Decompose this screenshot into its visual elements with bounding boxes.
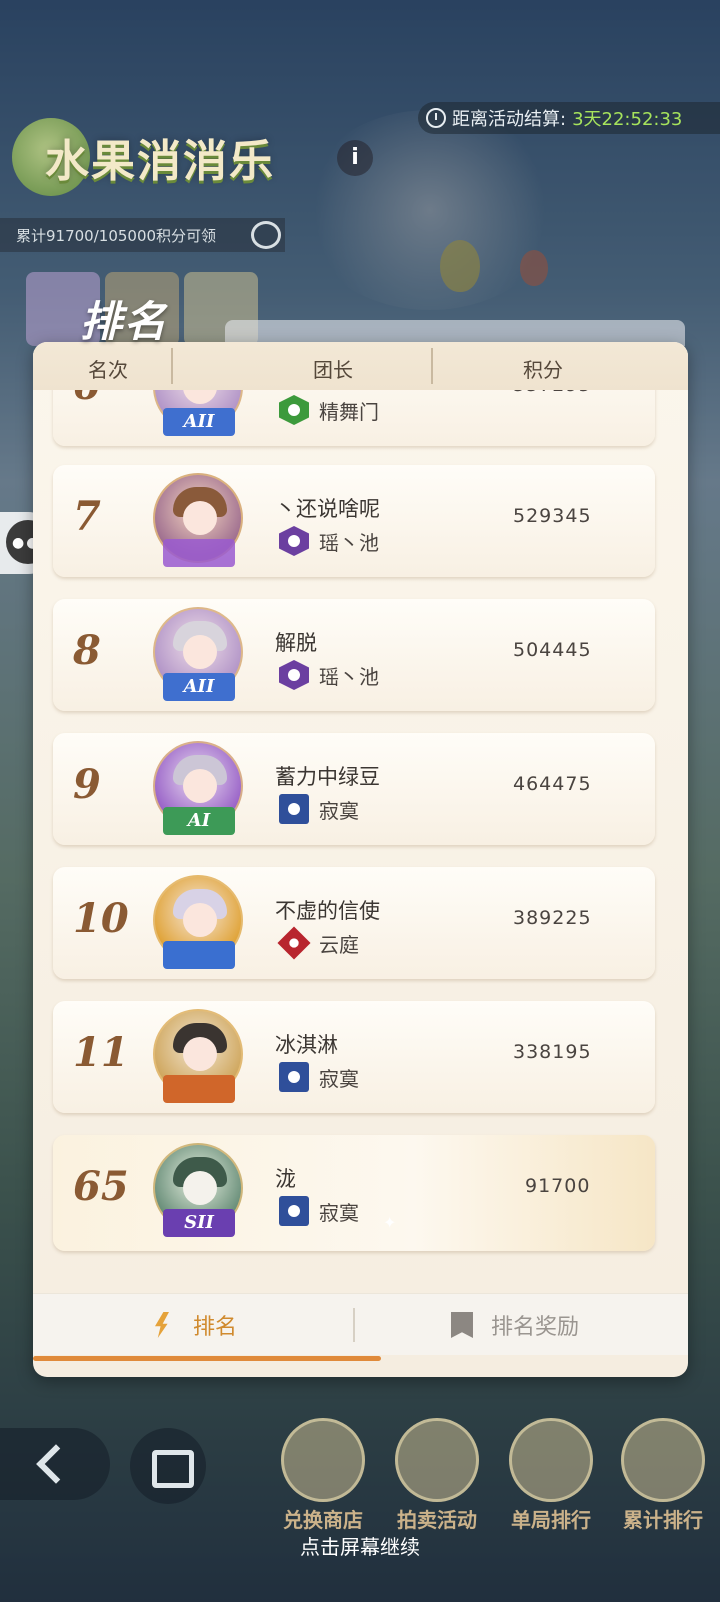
guild-info: 寂寞 — [279, 1195, 359, 1227]
tap-to-continue-hint[interactable]: 点击屏幕继续 — [0, 1531, 720, 1560]
panel-tab-bar: 排名 排名奖励 — [33, 1293, 688, 1361]
gavel-icon — [395, 1418, 479, 1502]
countdown-label: 距离活动结算: — [452, 109, 567, 130]
tab-ranking[interactable]: 排名 — [33, 1294, 353, 1356]
guild-emblem-icon — [279, 526, 309, 556]
home-button[interactable] — [130, 1428, 206, 1504]
guild-emblem-icon — [279, 1196, 309, 1226]
score-value: 389225 — [513, 907, 592, 929]
bottom-nav: 兑换商店 拍卖活动 单局排行 累计排行 — [0, 1418, 720, 1548]
player-name: 冰淇淋 — [275, 1033, 338, 1057]
tab-rewards-label: 排名奖励 — [490, 1315, 579, 1340]
nav-item-label: 累计排行 — [623, 1508, 703, 1532]
guild-emblem-icon — [279, 794, 309, 824]
guild-emblem-icon — [279, 395, 309, 425]
rank-tier-badge: SII — [163, 1209, 235, 1237]
nav-item-label: 拍卖活动 — [397, 1508, 477, 1532]
title-badge — [163, 1075, 235, 1103]
tab-rewards[interactable]: 排名奖励 — [355, 1294, 675, 1356]
tab-ranking-label: 排名 — [192, 1315, 237, 1340]
guild-info: 云庭 — [277, 926, 359, 960]
game-title: 水果消消乐 — [45, 136, 275, 187]
rank-number: 7 — [73, 493, 101, 540]
guild-name: 云庭 — [319, 932, 359, 957]
ranking-row[interactable]: 7 丶还说啥呢 瑶丶池 529345 — [53, 465, 655, 577]
guild-name: 寂寞 — [319, 798, 359, 823]
guild-info: 精舞门 — [279, 394, 379, 426]
score-value: 338195 — [513, 1041, 592, 1063]
player-name: 蓄力中绿豆 — [275, 765, 380, 789]
trophy-icon — [621, 1418, 705, 1502]
column-header-rank: 名次 — [88, 358, 128, 382]
guild-emblem-icon — [277, 926, 311, 960]
trophy-icon — [509, 1418, 593, 1502]
guild-name: 瑶丶池 — [319, 530, 379, 555]
player-name: 丶还说啥呢 — [275, 497, 380, 521]
rank-number: 10 — [73, 895, 129, 942]
nav-exchange-shop[interactable]: 兑换商店 — [268, 1418, 378, 1533]
player-name: 不虚的信使 — [275, 899, 380, 923]
sparkle-icon: ✦ — [383, 1213, 397, 1232]
nav-single-ranking[interactable]: 单局排行 — [496, 1418, 606, 1533]
rank-number: 8 — [73, 627, 101, 674]
column-divider — [431, 348, 433, 384]
back-button[interactable] — [0, 1428, 110, 1500]
player-name: 泷 — [275, 1167, 296, 1191]
ranking-list[interactable]: 6 AII 精舞门 557295 7 丶还说啥呢 瑶丶池 529345 8 A — [33, 390, 688, 1270]
score-value: 504445 — [513, 639, 592, 661]
nav-item-label: 单局排行 — [511, 1508, 591, 1532]
column-header-row: 名次 团长 积分 — [33, 342, 688, 390]
lightning-icon — [149, 1312, 175, 1338]
panel-title: 排名 — [80, 297, 169, 346]
search-icon[interactable] — [251, 221, 281, 249]
rank-number: 6 — [73, 390, 143, 409]
player-name: 解脱 — [275, 631, 317, 655]
score-value: 464475 — [513, 773, 592, 795]
score-value: 91700 — [525, 1175, 591, 1197]
clock-icon — [426, 108, 446, 128]
guild-name: 寂寞 — [319, 1066, 359, 1091]
rank-tier-badge: AII — [163, 673, 235, 701]
guild-info: 瑶丶池 — [279, 659, 379, 691]
rank-number: 11 — [73, 1029, 129, 1076]
guild-info: 瑶丶池 — [279, 525, 379, 557]
rank-tier-badge: AI — [163, 807, 235, 835]
event-countdown: 距离活动结算: 3天22:52:33 — [418, 102, 720, 134]
ranking-row[interactable]: 6 AII 精舞门 557295 — [53, 390, 655, 446]
ranking-row[interactable]: 8 AII 解脱 瑶丶池 504445 — [53, 599, 655, 711]
points-progress-text: 累计91700/105000积分可领 — [16, 226, 217, 245]
title-badge — [163, 539, 235, 567]
nav-total-ranking[interactable]: 累计排行 — [608, 1418, 718, 1533]
my-ranking-row[interactable]: 65 SII 泷 寂寞 91700 ✦ — [53, 1135, 655, 1251]
active-tab-indicator — [33, 1356, 381, 1361]
guild-info: 寂寞 — [279, 793, 359, 825]
rank-tier-badge: AII — [163, 408, 235, 436]
rank-number: 9 — [73, 761, 101, 808]
ranking-panel: 名次 团长 积分 6 AII 精舞门 557295 7 丶还说啥呢 瑶丶池 — [33, 342, 688, 1377]
guild-emblem-icon — [279, 1062, 309, 1092]
nav-auction[interactable]: 拍卖活动 — [382, 1418, 492, 1533]
info-button[interactable]: i — [337, 140, 373, 176]
rank-number: 65 — [73, 1163, 129, 1210]
score-value: 557295 — [513, 390, 592, 396]
guild-name: 寂寞 — [319, 1200, 359, 1225]
ranking-row[interactable]: 9 AI 蓄力中绿豆 寂寞 464475 — [53, 733, 655, 845]
shop-icon — [281, 1418, 365, 1502]
guild-name: 瑶丶池 — [319, 664, 379, 689]
guild-emblem-icon — [279, 660, 309, 690]
countdown-value: 3天22:52:33 — [572, 109, 683, 130]
score-value: 529345 — [513, 505, 592, 527]
points-progress-bar: 累计91700/105000积分可领 — [0, 218, 285, 252]
column-header-score: 积分 — [523, 358, 563, 382]
title-badge — [163, 941, 235, 969]
nav-item-label: 兑换商店 — [283, 1508, 363, 1532]
ranking-row[interactable]: 10 不虚的信使 云庭 389225 — [53, 867, 655, 979]
flag-icon — [450, 1312, 473, 1338]
column-header-leader: 团长 — [313, 358, 353, 382]
guild-name: 精舞门 — [319, 399, 379, 424]
guild-info: 寂寞 — [279, 1061, 359, 1093]
ranking-row[interactable]: 11 冰淇淋 寂寞 338195 — [53, 1001, 655, 1113]
column-divider — [171, 348, 173, 384]
